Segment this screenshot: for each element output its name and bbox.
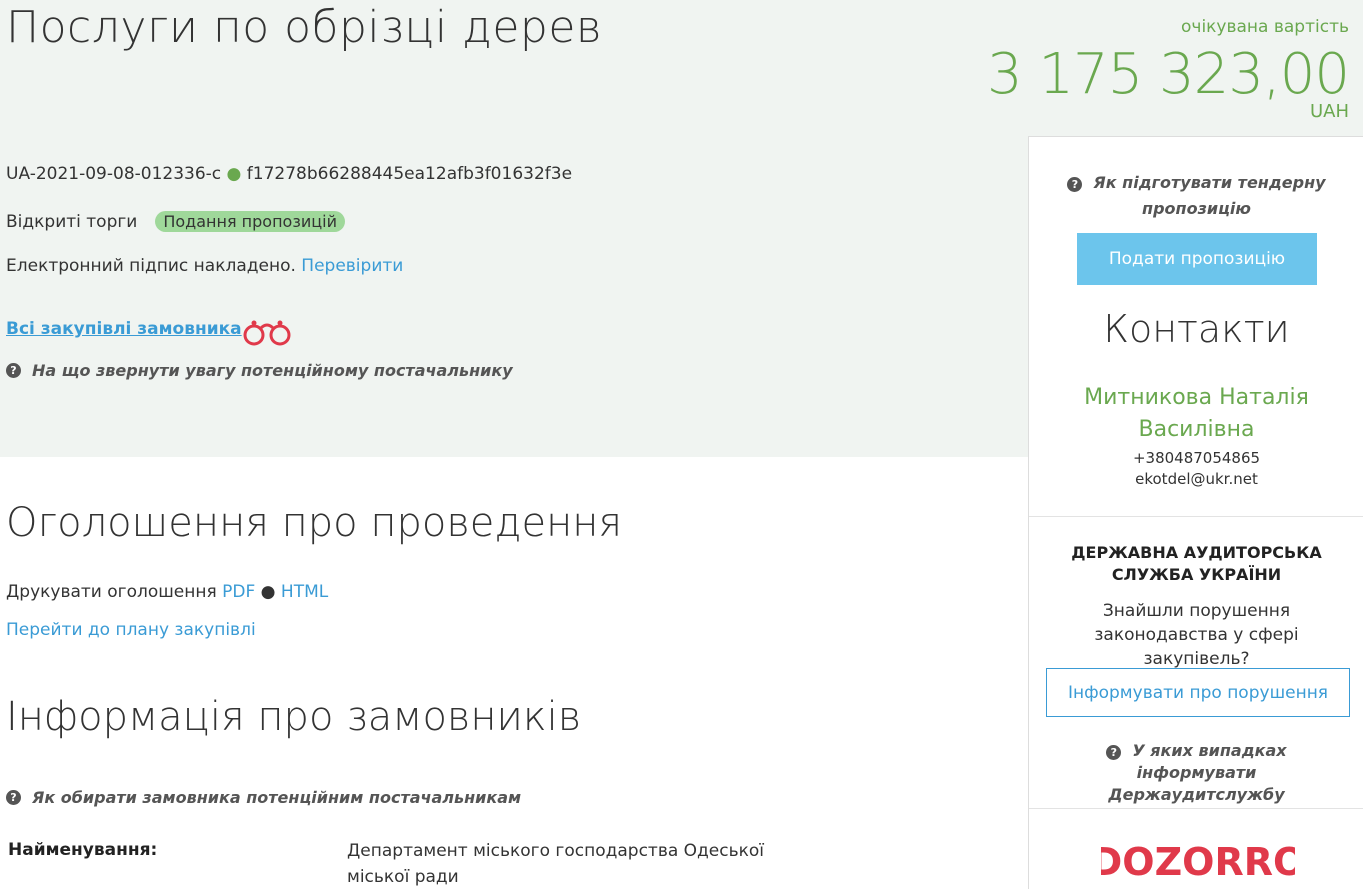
procedure-type: Відкриті торги <box>6 211 138 232</box>
audit-question: Знайшли порушення законодавства у сфері … <box>1094 601 1299 669</box>
sidebar: ? Як підготувати тендерну пропозицію Пода… <box>1028 136 1363 889</box>
signature-text: Електронний підпис накладено. <box>6 256 296 276</box>
separator-dot: ● <box>260 582 276 602</box>
currency-label: UAH <box>1309 101 1349 122</box>
tender-id: UA-2021-09-08-012336-c <box>6 164 222 184</box>
supplier-hint-text: На що звернути увагу потенційному постач… <box>32 361 513 380</box>
verify-link[interactable]: Перевірити <box>301 256 403 276</box>
print-label: Друкувати оголошення <box>6 582 217 602</box>
contact-name: Митникова Наталія Василівна <box>1084 385 1309 442</box>
customer-name-value: Департамент міського господарства Одеськ… <box>347 841 765 887</box>
procedure-row: Відкриті торги Подання пропозицій <box>6 211 345 232</box>
announcement-title: Оголошення про проведення <box>6 500 623 546</box>
customers-title: Інформація про замовників <box>6 694 582 740</box>
procurement-plan-link[interactable]: Перейти до плану закупівлі <box>6 620 256 640</box>
customer-name-label: Найменування: <box>8 840 158 860</box>
audit-hint-text: У яких випадках інформувати Держаудитслу… <box>1108 741 1287 804</box>
customer-hint[interactable]: ? Як обирати замовника потенційним поста… <box>6 788 521 807</box>
supplier-hint[interactable]: ? На що звернути увагу потенційному пост… <box>6 361 513 380</box>
print-announcement-row: Друкувати оголошення PDF ● HTML <box>6 582 328 602</box>
status-badge: Подання пропозицій <box>155 211 345 232</box>
question-icon: ? <box>1067 177 1083 192</box>
page-title: Послуги по обрізці дерев <box>6 2 603 53</box>
submit-proposal-button[interactable]: Подати пропозицію <box>1077 233 1317 285</box>
contact-email: ekotdel@ukr.net <box>1135 470 1258 488</box>
question-icon: ? <box>6 790 21 805</box>
separator-dot: ● <box>226 164 242 184</box>
contacts-title: Контакти <box>1103 307 1290 351</box>
audit-service-title: ДЕРЖАВНА АУДИТОРСЬКА СЛУЖБА УКРАЇНИ <box>1071 543 1322 584</box>
binoculars-icon[interactable] <box>240 315 294 347</box>
expected-cost-amount: 3 175 323,00 <box>986 42 1350 107</box>
question-icon: ? <box>1106 745 1122 760</box>
divider <box>1029 516 1363 517</box>
expected-cost-label: очікувана вартість <box>1181 17 1349 37</box>
divider <box>1029 808 1363 809</box>
signature-row: Електронний підпис накладено. Перевірити <box>6 256 403 276</box>
all-purchases-link[interactable]: Всі закупівлі замовника <box>6 319 242 339</box>
contact-phone: +380487054865 <box>1132 449 1261 467</box>
report-violation-button[interactable]: Інформувати про порушення <box>1046 668 1350 717</box>
html-link[interactable]: HTML <box>281 582 328 602</box>
question-icon: ? <box>6 363 21 378</box>
pdf-link[interactable]: PDF <box>222 582 255 602</box>
dozorro-logo[interactable]: DOZORRO <box>1101 837 1295 883</box>
prepare-proposal-hint-text: Як підготувати тендерну пропозицію <box>1093 173 1326 218</box>
logo-text: DOZORRO <box>1101 840 1295 883</box>
tender-hash: f17278b66288445ea12afb3f01632f3e <box>246 164 573 184</box>
prepare-proposal-hint[interactable]: ? Як підготувати тендерну пропозицію <box>1029 170 1363 222</box>
customer-hint-text: Як обирати замовника потенційним постача… <box>32 788 522 807</box>
tender-id-row: UA-2021-09-08-012336-c ● f17278b66288445… <box>6 164 572 184</box>
audit-hint[interactable]: ? У яких випадках інформувати Держаудитсл… <box>1029 740 1363 806</box>
